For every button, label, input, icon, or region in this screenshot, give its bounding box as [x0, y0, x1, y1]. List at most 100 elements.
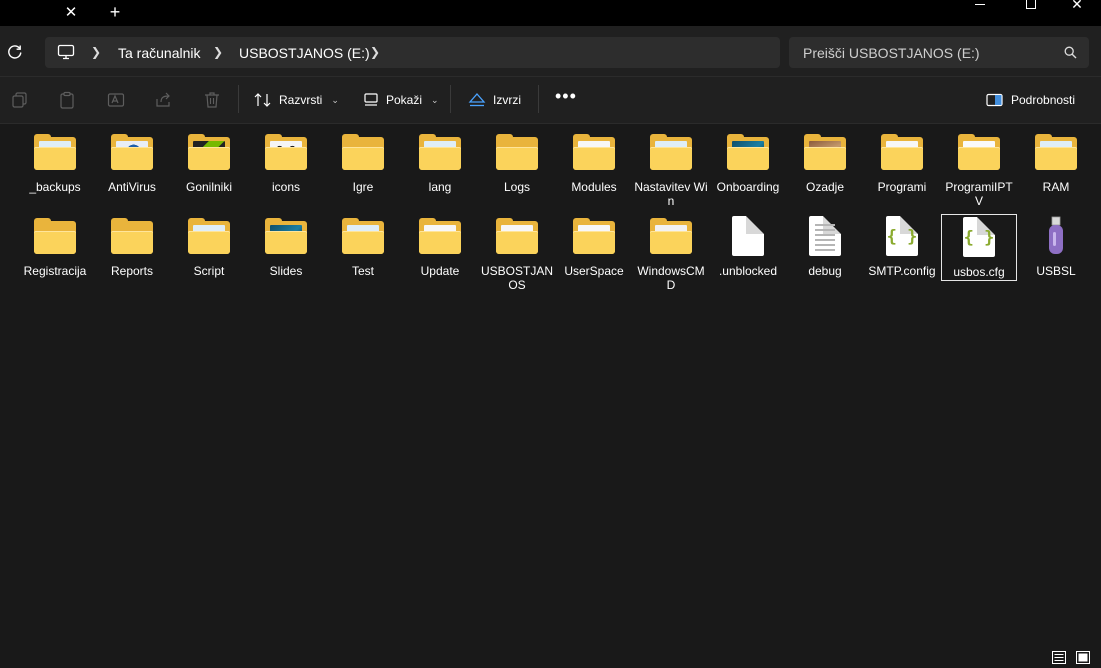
new-tab-button[interactable]: +: [104, 2, 126, 22]
folder-logs[interactable]: Logs: [479, 130, 555, 194]
folder-windowscmd[interactable]: WindowsCMD: [633, 214, 709, 292]
folder-ram[interactable]: RAM: [1018, 130, 1094, 194]
sort-icon: [254, 93, 271, 107]
file-usbos-cfg[interactable]: { } usbos.cfg: [941, 214, 1017, 281]
breadcrumb[interactable]: ❯ Ta računalnik ❯ USBOSTJANOS (E:) ❯: [45, 37, 780, 68]
folder-test[interactable]: Test: [325, 214, 401, 278]
this-pc-icon[interactable]: [57, 44, 75, 60]
folder-icon: [495, 130, 539, 176]
folder-icon: [572, 214, 616, 260]
folder-reports[interactable]: Reports: [94, 214, 170, 278]
folder-userspace[interactable]: UserSpace: [556, 214, 632, 278]
file--unblocked[interactable]: .unblocked: [710, 214, 786, 278]
share-icon[interactable]: [155, 91, 173, 109]
item-label: lang: [428, 180, 452, 194]
item-label: ProgramiIPTV: [945, 180, 1013, 208]
item-label: Nastavitev Win: [634, 180, 708, 208]
usb-drive-icon: [1034, 214, 1078, 260]
details-view-icon[interactable]: [1052, 651, 1066, 664]
folder-slides[interactable]: Slides: [248, 214, 324, 278]
folder-icon: [957, 130, 1001, 176]
maximize-icon: [1026, 0, 1036, 9]
folder-icon: [33, 130, 77, 176]
folder-icon: [341, 214, 385, 260]
file-usbsl[interactable]: USBSL: [1018, 214, 1094, 278]
copy-icon[interactable]: [11, 91, 29, 109]
view-label: Pokaži: [386, 93, 423, 107]
file-smtp-config[interactable]: { } SMTP.config: [864, 214, 940, 278]
chevron-right-icon[interactable]: ❯: [213, 45, 223, 59]
folder-icon: [726, 130, 770, 176]
folder-icons[interactable]: icons: [248, 130, 324, 194]
details-pane-label: Podrobnosti: [1011, 93, 1076, 107]
folder-gonilniki[interactable]: Gonilniki: [171, 130, 247, 194]
folder-icon: [649, 130, 693, 176]
folder-icon: [803, 130, 847, 176]
folder-icon: [1034, 130, 1078, 176]
minimize-button[interactable]: [965, 0, 995, 12]
item-label: RAM: [1042, 180, 1070, 194]
folder--backups[interactable]: _backups: [17, 130, 93, 194]
view-button[interactable]: Pokaži ⌄: [363, 87, 439, 113]
tiles-view-icon[interactable]: [1076, 651, 1090, 664]
search-box[interactable]: Preišči USBOSTJANOS (E:): [789, 37, 1089, 68]
details-pane-button[interactable]: Podrobnosti: [986, 87, 1075, 113]
command-bar: Razvrsti ⌄ Pokaži ⌄ Izvrzi ••• Podrobnos…: [0, 77, 1101, 124]
folder-icon: [418, 130, 462, 176]
config-file-icon: { }: [880, 214, 924, 260]
delete-icon[interactable]: [203, 91, 221, 109]
folder-icon: [880, 130, 924, 176]
maximize-button[interactable]: [1016, 0, 1046, 12]
breadcrumb-this-pc[interactable]: Ta računalnik: [118, 45, 201, 61]
item-label: WindowsCMD: [637, 264, 705, 292]
folder-nastavitev-win[interactable]: Nastavitev Win: [633, 130, 709, 208]
folder-icon: [33, 214, 77, 260]
title-bar: ✕ + ✕: [0, 0, 1101, 26]
item-label: _backups: [29, 180, 81, 194]
blank-file-icon: [726, 214, 770, 260]
item-label: Update: [420, 264, 460, 278]
search-icon[interactable]: [1064, 46, 1077, 59]
folder-antivirus[interactable]: AntiVirus: [94, 130, 170, 194]
toolbar-divider: [538, 85, 539, 113]
breadcrumb-drive[interactable]: USBOSTJANOS (E:): [239, 45, 370, 61]
item-label: Slides: [269, 264, 303, 278]
folder-script[interactable]: Script: [171, 214, 247, 278]
item-label: Reports: [110, 264, 154, 278]
item-label: usbos.cfg: [953, 265, 1005, 279]
tab-close-button[interactable]: ✕: [61, 3, 81, 21]
file-debug[interactable]: debug: [787, 214, 863, 278]
folder-igre[interactable]: Igre: [325, 130, 401, 194]
item-label: Onboarding: [716, 180, 780, 194]
refresh-icon[interactable]: [5, 43, 25, 61]
eject-label: Izvrzi: [493, 93, 521, 107]
folder-programiiptv[interactable]: ProgramiIPTV: [941, 130, 1017, 208]
folder-modules[interactable]: Modules: [556, 130, 632, 194]
folder-icon: [495, 214, 539, 260]
view-icon: [364, 93, 378, 106]
search-input[interactable]: Preišči USBOSTJANOS (E:): [803, 45, 980, 61]
item-label: Registracija: [23, 264, 87, 278]
item-label: Modules: [571, 180, 617, 194]
folder-lang[interactable]: lang: [402, 130, 478, 194]
rename-icon[interactable]: [107, 91, 125, 109]
close-window-button[interactable]: ✕: [1062, 0, 1092, 12]
folder-programi[interactable]: Programi: [864, 130, 940, 194]
folder-icon: [264, 130, 308, 176]
chevron-right-icon[interactable]: ❯: [91, 45, 101, 59]
eject-button[interactable]: Izvrzi: [468, 87, 521, 113]
folder-update[interactable]: Update: [402, 214, 478, 278]
paste-icon[interactable]: [58, 91, 76, 109]
folder-registracija[interactable]: Registracija: [17, 214, 93, 278]
toolbar-divider: [238, 85, 239, 113]
chevron-right-icon[interactable]: ❯: [370, 45, 380, 59]
chevron-down-icon: ⌄: [331, 94, 339, 105]
folder-onboarding[interactable]: Onboarding: [710, 130, 786, 194]
status-bar: [0, 646, 1101, 668]
more-options-button[interactable]: •••: [555, 87, 577, 105]
folder-usbostjanos[interactable]: USBOSTJANOS: [479, 214, 555, 292]
sort-button[interactable]: Razvrsti ⌄: [254, 87, 339, 113]
folder-icon: [187, 214, 231, 260]
folder-ozadje[interactable]: Ozadje: [787, 130, 863, 194]
folder-icon: [187, 130, 231, 176]
